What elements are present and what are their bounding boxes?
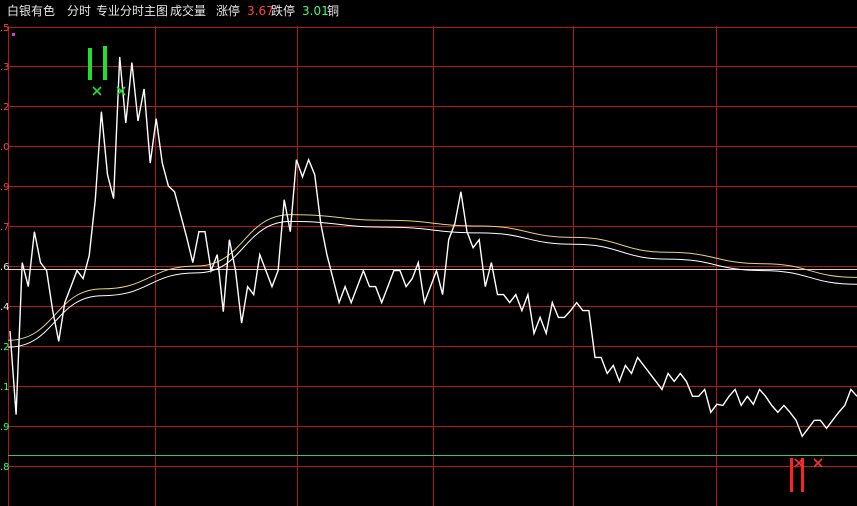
average-line-white — [7, 220, 857, 348]
sell-signal-bar-1 — [801, 458, 804, 492]
sell-cross-icon-1 — [813, 458, 823, 468]
buy-signal-bar-1 — [103, 46, 107, 80]
axis-tick-label-7: .4 — [0, 302, 10, 313]
buy-signal-bar-0 — [88, 48, 92, 80]
average-line-yellow — [7, 214, 857, 341]
axis-tick-label-4: .9 — [0, 182, 10, 193]
sell-signal-bar-0 — [790, 458, 793, 492]
intraday-chart[interactable]: .5.3.2.0.9.7.6.4.2.1.9.8 — [0, 0, 857, 506]
axis-tick-label-9: .1 — [0, 382, 10, 393]
axis-tick-label-1: .3 — [0, 62, 10, 73]
left-axis-ticks: .5.3.2.0.9.7.6.4.2.1.9.8 — [0, 23, 15, 473]
buy-cross-icon-0 — [92, 86, 102, 96]
marker-dot — [12, 33, 15, 36]
axis-tick-label-3: .0 — [0, 142, 10, 153]
axis-tick-label-11: .8 — [0, 462, 10, 473]
axis-tick-label-6: .6 — [0, 262, 10, 273]
axis-tick-label-10: .9 — [0, 422, 10, 433]
axis-tick-label-0: .5 — [0, 23, 10, 34]
axis-tick-label-5: .7 — [0, 222, 10, 233]
axis-tick-label-2: .2 — [0, 102, 10, 113]
